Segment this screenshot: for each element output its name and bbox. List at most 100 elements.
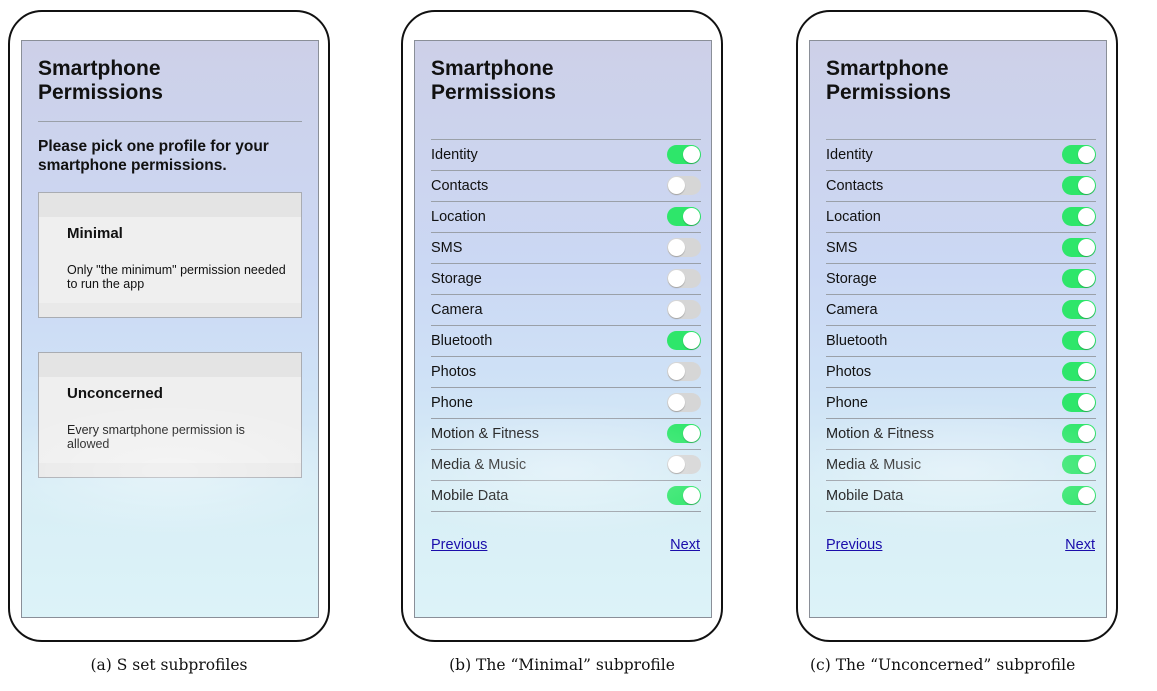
permission-toggle[interactable] [1062, 331, 1096, 350]
permission-row: Motion & Fitness [431, 419, 701, 450]
permission-toggle[interactable] [667, 393, 701, 412]
screen-minimal-permissions: Smartphone Permissions Identity Contacts L… [414, 40, 712, 618]
phone-frame-a: Smartphone Permissions Please pick one p… [8, 10, 330, 642]
profile-description: Only "the minimum" permission needed to … [67, 263, 286, 291]
permission-label: Identity [431, 147, 478, 163]
page-title: Smartphone Permissions [431, 57, 556, 104]
permission-row: SMS [826, 233, 1096, 264]
permission-label: Camera [431, 302, 483, 318]
permission-toggle[interactable] [667, 331, 701, 350]
permission-row: Photos [826, 357, 1096, 388]
screen-profile-picker: Smartphone Permissions Please pick one p… [21, 40, 319, 618]
page-title: Smartphone Permissions [38, 57, 163, 104]
permission-row: SMS [431, 233, 701, 264]
toggle-knob [1078, 487, 1095, 504]
permission-toggle[interactable] [667, 362, 701, 381]
permission-label: Mobile Data [826, 488, 904, 504]
permission-row: Phone [431, 388, 701, 419]
toggle-knob [1078, 394, 1095, 411]
permission-toggle[interactable] [667, 269, 701, 288]
permission-label: SMS [826, 240, 858, 256]
toggle-knob [1078, 425, 1095, 442]
toggle-knob [668, 363, 685, 380]
permission-label: Mobile Data [431, 488, 509, 504]
permission-toggle[interactable] [1062, 393, 1096, 412]
profile-name: Unconcerned [67, 385, 163, 402]
toggle-knob [668, 301, 685, 318]
profile-name: Minimal [67, 225, 123, 242]
permission-label: Media & Music [826, 457, 922, 473]
permission-row: Contacts [826, 171, 1096, 202]
permission-toggle[interactable] [1062, 269, 1096, 288]
profile-description: Every smartphone permission is allowed [67, 423, 245, 451]
permission-toggle[interactable] [1062, 176, 1096, 195]
toggle-knob [683, 332, 700, 349]
phone-frame-b: Smartphone Permissions Identity Contacts L… [401, 10, 723, 642]
permission-toggle[interactable] [667, 145, 701, 164]
permission-toggle[interactable] [1062, 300, 1096, 319]
permission-label: Photos [431, 364, 477, 380]
profile-card-minimal[interactable]: Minimal Only "the minimum" permission ne… [38, 192, 302, 318]
permission-list: Identity Contacts Location SMS Storage Camera… [826, 139, 1096, 512]
permission-toggle[interactable] [1062, 238, 1096, 257]
profile-card-unconcerned[interactable]: Unconcerned Every smartphone permission … [38, 352, 302, 478]
permission-label: Location [431, 209, 486, 225]
permission-toggle[interactable] [667, 486, 701, 505]
permission-row: Camera [431, 295, 701, 326]
caption-c: (c) The “Unconcerned” subprofile [810, 656, 1076, 674]
permission-row: Identity [826, 140, 1096, 171]
toggle-knob [668, 394, 685, 411]
permission-row: Bluetooth [431, 326, 701, 357]
permission-toggle[interactable] [667, 238, 701, 257]
permission-label: Motion & Fitness [826, 426, 934, 442]
permission-row: Bluetooth [826, 326, 1096, 357]
permission-label: Storage [826, 271, 877, 287]
phone-frame-c: Smartphone Permissions Identity Contacts L… [796, 10, 1118, 642]
permission-row: Media & Music [826, 450, 1096, 481]
permission-toggle[interactable] [1062, 362, 1096, 381]
card-band [39, 303, 301, 317]
permission-row: Storage [431, 264, 701, 295]
permission-label: Storage [431, 271, 482, 287]
permission-toggle[interactable] [1062, 207, 1096, 226]
permission-toggle[interactable] [667, 207, 701, 226]
permission-toggle[interactable] [1062, 145, 1096, 164]
permission-toggle[interactable] [1062, 424, 1096, 443]
permission-row: Mobile Data [431, 481, 701, 512]
toggle-knob [668, 270, 685, 287]
toggle-knob [1078, 301, 1095, 318]
profile-prompt: Please pick one profile for your smartph… [38, 138, 269, 174]
permission-label: Bluetooth [431, 333, 493, 349]
next-link[interactable]: Next [1065, 537, 1095, 553]
permission-row: Camera [826, 295, 1096, 326]
toggle-knob [683, 425, 700, 442]
permission-label: Photos [826, 364, 872, 380]
permission-row: Contacts [431, 171, 701, 202]
next-link[interactable]: Next [670, 537, 700, 553]
permission-toggle[interactable] [667, 455, 701, 474]
toggle-knob [683, 146, 700, 163]
toggle-knob [1078, 177, 1095, 194]
toggle-knob [668, 456, 685, 473]
previous-link[interactable]: Previous [431, 537, 487, 553]
toggle-knob [1078, 270, 1095, 287]
permission-toggle[interactable] [667, 300, 701, 319]
toggle-knob [1078, 146, 1095, 163]
title-divider [38, 121, 302, 122]
permission-toggle[interactable] [667, 424, 701, 443]
permission-label: Contacts [431, 178, 489, 194]
permission-label: Camera [826, 302, 878, 318]
permission-toggle[interactable] [667, 176, 701, 195]
toggle-knob [1078, 208, 1095, 225]
permission-label: Media & Music [431, 457, 527, 473]
permission-toggle[interactable] [1062, 455, 1096, 474]
permission-label: Location [826, 209, 881, 225]
screen-unconcerned-permissions: Smartphone Permissions Identity Contacts L… [809, 40, 1107, 618]
toggle-knob [1078, 456, 1095, 473]
card-band [39, 193, 301, 217]
toggle-knob [668, 239, 685, 256]
permission-label: Motion & Fitness [431, 426, 539, 442]
previous-link[interactable]: Previous [826, 537, 882, 553]
permission-toggle[interactable] [1062, 486, 1096, 505]
permission-label: Bluetooth [826, 333, 888, 349]
